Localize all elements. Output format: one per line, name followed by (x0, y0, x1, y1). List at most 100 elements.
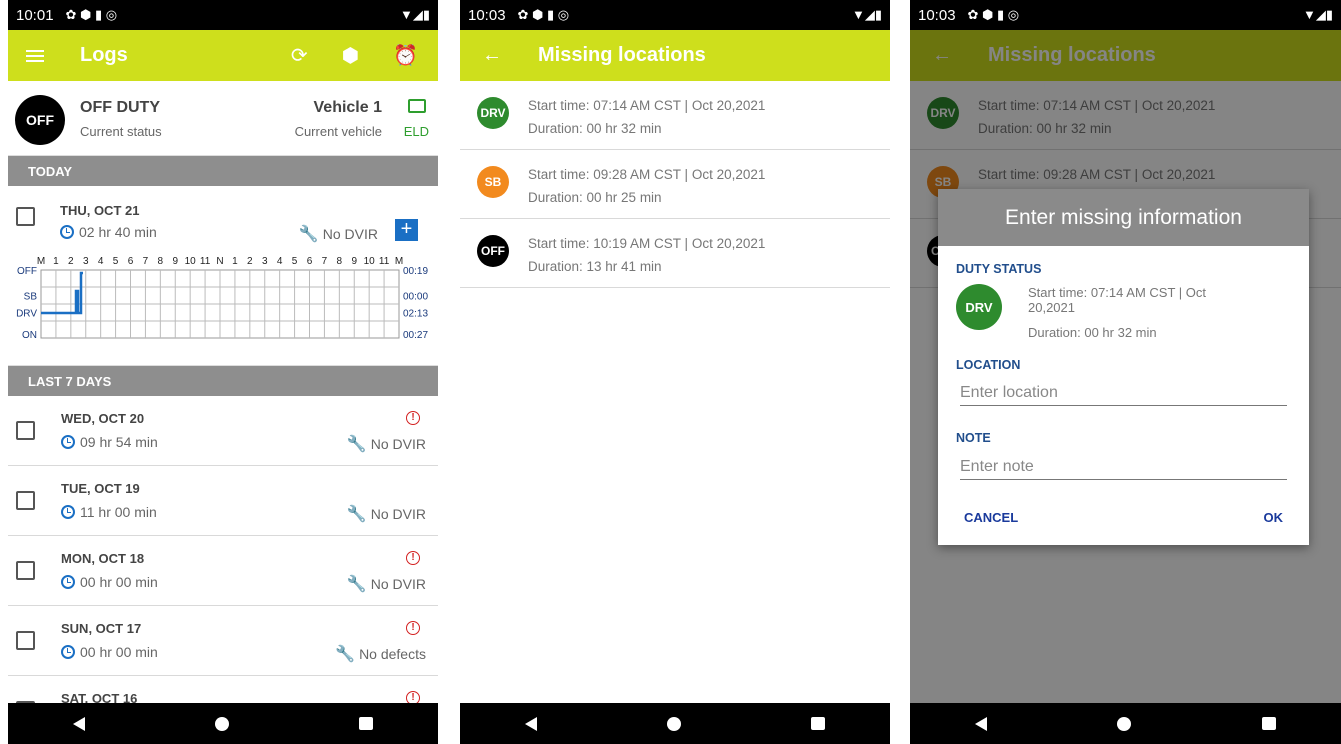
day-dvir[interactable]: 🔧 No DVIR (347, 574, 426, 594)
status-time: 10:03 (468, 6, 506, 24)
back-icon[interactable] (975, 716, 988, 731)
day-duration-text: 11 hr 00 min (80, 504, 157, 520)
start-time: Start time: 10:19 AM CST | Oct 20,2021 (528, 236, 766, 251)
status-subtext: Current status (80, 124, 162, 139)
hour-label: 10 (185, 256, 197, 267)
wrench-icon: 🔧 (346, 436, 367, 453)
recents-icon[interactable] (1261, 717, 1276, 730)
back-icon[interactable] (525, 716, 537, 731)
hour-label: 2 (68, 256, 74, 267)
start-line-2: 20,2021 (1028, 300, 1075, 315)
status-bar: 10:03 ✿ ⬢ ▮ ◎ ▼◢▮ (460, 0, 890, 30)
duty-badge: OFF (477, 235, 509, 267)
hour-label: 11 (200, 256, 211, 267)
day-row[interactable]: TUE, OCT 19 11 hr 00 min 🔧 No DVIR (8, 466, 438, 536)
hour-label: 9 (172, 256, 178, 267)
warning-icon[interactable]: ! (406, 621, 420, 635)
day-dvir[interactable]: 🔧 No DVIR (347, 434, 426, 454)
start-line-1: Start time: 07:14 AM CST | Oct (1028, 285, 1206, 300)
drv-badge: DRV (956, 284, 1002, 330)
note-input[interactable]: Enter note (960, 458, 1287, 480)
graph-hour-labels: M 1 2 3 4 5 6 7 8 9 10 11 N 1 2 3 4 5 6 7 8 9 10 11 M (37, 256, 403, 267)
home-icon[interactable] (667, 716, 681, 731)
row-label: SB (24, 292, 38, 303)
alarm-icon[interactable]: ⏰ (393, 43, 418, 68)
vehicle-name[interactable]: Vehicle 1 (314, 99, 383, 117)
missing-location-item[interactable]: SB Start time: 09:28 AM CST | Oct 20,202… (460, 150, 890, 219)
day-checkbox[interactable] (16, 561, 35, 580)
hour-label: 4 (277, 256, 283, 267)
day-row[interactable]: MON, OCT 18 00 hr 00 min 🔧 No DVIR ! (8, 536, 438, 606)
notification-icons: ✿ ⬢ ▮ ◎ (65, 7, 118, 22)
day-row[interactable]: SUN, OCT 17 00 hr 00 min 🔧 No defects ! (8, 606, 438, 676)
today-log[interactable]: THU, OCT 21 02 hr 40 min 🔧 No DVIR + M12… (8, 186, 438, 366)
day-row[interactable]: WED, OCT 20 09 hr 54 min 🔧 No DVIR ! (8, 396, 438, 466)
hour-label: 1 (232, 256, 238, 267)
hour-label: N (216, 256, 223, 267)
recents-icon[interactable] (811, 717, 825, 730)
warning-icon[interactable]: ! (406, 551, 420, 565)
notification-icons: ✿ ⬢ ▮ ◎ (517, 7, 570, 22)
status-time: 10:03 (918, 6, 956, 24)
duration: Duration: 13 hr 41 min (528, 259, 662, 274)
signal-battery-icon: ▼◢▮ (851, 7, 882, 22)
day-date: TUE, OCT 19 (61, 481, 140, 496)
wrench-icon: 🔧 (335, 646, 356, 663)
hour-label: 5 (292, 256, 298, 267)
eld-icon[interactable] (408, 99, 426, 113)
today-checkbox[interactable] (16, 207, 35, 226)
day-dvir[interactable]: 🔧 No DVIR (347, 504, 426, 524)
duty-line (41, 271, 83, 315)
add-dvir-button[interactable]: + (395, 219, 418, 241)
location-input[interactable]: Enter location (960, 384, 1287, 406)
missing-location-item[interactable]: DRV Start time: 07:14 AM CST | Oct 20,20… (460, 81, 890, 150)
hour-label: 6 (307, 256, 313, 267)
day-duration-text: 09 hr 54 min (80, 434, 158, 450)
note-label: NOTE (956, 431, 991, 445)
system-nav-bar (910, 703, 1341, 744)
day-duration: 09 hr 54 min (61, 434, 158, 450)
status-time: 10:01 (16, 6, 54, 24)
sync-icon[interactable]: ⟳ (291, 43, 308, 68)
day-list: WED, OCT 20 09 hr 54 min 🔧 No DVIR ! TUE,… (8, 396, 438, 744)
day-checkbox[interactable] (16, 421, 35, 440)
row-total: 00:00 (403, 292, 428, 303)
start-time: Start time: 07:14 AM CST | Oct 20,2021 (528, 98, 766, 113)
signal-battery-icon: ▼◢▮ (1302, 7, 1333, 22)
recents-icon[interactable] (359, 717, 373, 730)
missing-location-item[interactable]: OFF Start time: 10:19 AM CST | Oct 20,20… (460, 219, 890, 288)
signal-battery-icon: ▼◢▮ (399, 7, 430, 22)
day-checkbox[interactable] (16, 631, 35, 650)
back-arrow-icon[interactable]: ← (482, 44, 502, 67)
wrench-icon: 🔧 (346, 576, 367, 593)
today-dvir[interactable]: 🔧 No DVIR (299, 224, 378, 244)
day-duration-text: 00 hr 00 min (80, 574, 158, 590)
ok-button[interactable]: OK (1264, 510, 1284, 525)
home-icon[interactable] (1117, 716, 1132, 731)
clock-icon (61, 505, 75, 519)
today-duration-text: 02 hr 40 min (79, 224, 157, 240)
menu-icon[interactable] (26, 47, 44, 65)
today-duration: 02 hr 40 min (60, 224, 157, 240)
warning-icon[interactable]: ! (406, 411, 420, 425)
add-location-icon[interactable]: ⬢ (342, 43, 359, 68)
day-dvir-text: No DVIR (370, 436, 426, 452)
start-time: Start time: 09:28 AM CST | Oct 20,2021 (528, 167, 766, 182)
back-icon[interactable] (73, 716, 85, 731)
last-7-days-header: LAST 7 DAYS (8, 366, 438, 396)
location-label: LOCATION (956, 358, 1021, 372)
day-checkbox[interactable] (16, 491, 35, 510)
day-dvir[interactable]: 🔧 No defects (335, 644, 426, 664)
row-total: 00:27 (403, 330, 428, 341)
duty-graph[interactable]: M 1 2 3 4 5 6 7 8 9 10 11 N 1 2 3 4 5 6 7 8 9 10 11 M OFFSBDRVON… (8, 248, 438, 358)
row-label: DRV (16, 309, 37, 320)
off-status-badge[interactable]: OFF (15, 95, 65, 145)
missing-location-list: DRV Start time: 07:14 AM CST | Oct 20,20… (460, 81, 890, 288)
hour-label: M (395, 256, 403, 267)
home-icon[interactable] (215, 716, 229, 731)
day-dvir-text: No DVIR (370, 506, 426, 522)
clock-icon (60, 225, 74, 239)
clock-icon (61, 575, 75, 589)
day-date: MON, OCT 18 (61, 551, 145, 566)
cancel-button[interactable]: CANCEL (964, 510, 1018, 525)
